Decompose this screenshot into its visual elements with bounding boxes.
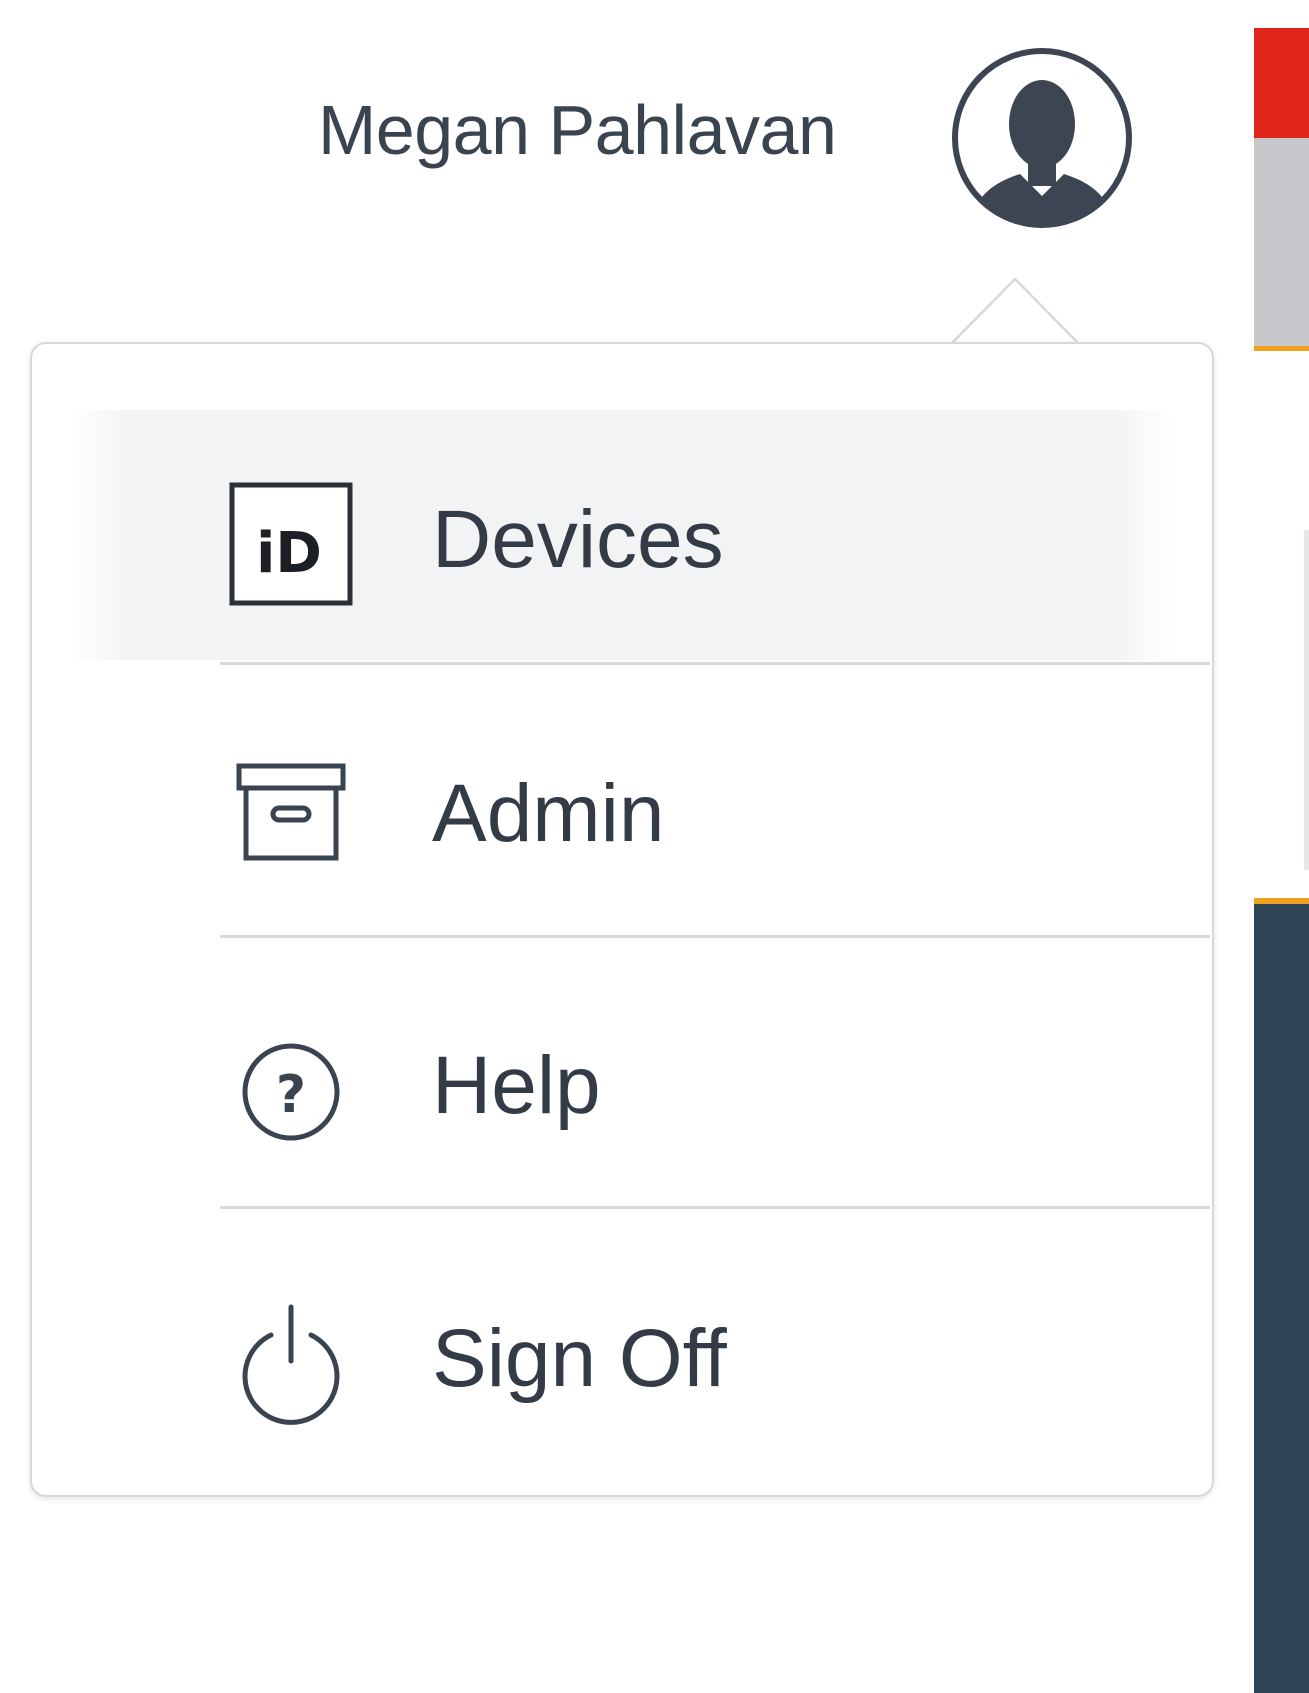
dropdown-caret	[950, 275, 1080, 345]
menu-item-label: Sign Off	[432, 1313, 727, 1404]
menu-item-label: Admin	[432, 768, 665, 859]
background-app-edge	[1254, 0, 1309, 1693]
svg-text:iD: iD	[256, 521, 322, 586]
menu-item-help[interactable]: ? Help	[72, 956, 1172, 1206]
menu-divider	[220, 662, 1210, 665]
user-silhouette-icon	[952, 48, 1132, 228]
user-avatar[interactable]	[950, 46, 1134, 230]
menu-divider	[220, 1206, 1210, 1209]
menu-item-label: Devices	[432, 494, 724, 585]
menu-item-label: Help	[432, 1040, 601, 1131]
edge-navy-panel	[1254, 898, 1309, 1693]
menu-item-admin[interactable]: Admin	[72, 684, 1172, 934]
edge-grey-bar	[1254, 138, 1309, 351]
help-circle-icon: ?	[227, 1026, 357, 1156]
id-card-icon: iD	[227, 480, 357, 610]
menu-item-devices[interactable]: iD Devices	[72, 410, 1172, 660]
menu-item-sign-off[interactable]: Sign Off	[72, 1229, 1172, 1479]
power-icon	[227, 1299, 357, 1429]
user-menu-dropdown: iD Devices Admin ? Help Sign Off	[30, 342, 1214, 1497]
user-name[interactable]: Megan Pahlavan	[318, 90, 837, 170]
edge-light-bar	[1304, 530, 1309, 870]
svg-text:?: ?	[276, 1065, 306, 1125]
archive-box-icon	[227, 754, 357, 884]
edge-red-bar	[1254, 28, 1309, 138]
menu-divider	[220, 935, 1210, 938]
